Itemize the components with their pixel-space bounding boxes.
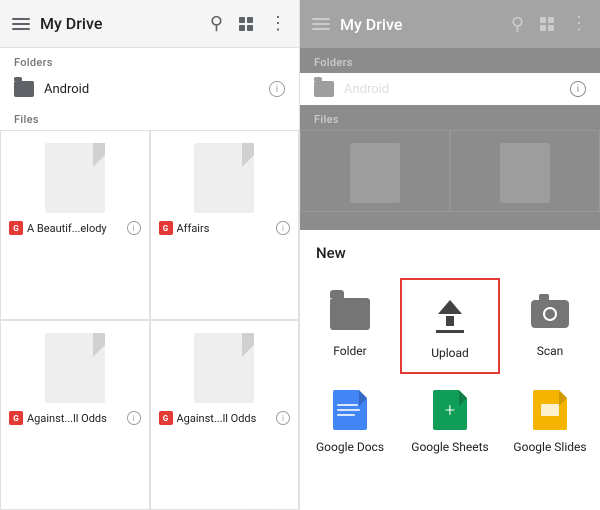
new-docs-icon	[326, 386, 374, 434]
file-app-icon-3: G	[9, 411, 23, 425]
right-drive-title: My Drive	[340, 15, 511, 34]
file-cell-4[interactable]: G Against...ll Odds i	[150, 320, 300, 510]
right-folder-name: Android	[344, 82, 560, 97]
right-more-icon[interactable]: ⋮	[570, 15, 588, 33]
right-grid-icon[interactable]	[540, 17, 554, 31]
new-items-grid: Folder Upload	[300, 270, 600, 474]
right-search-icon[interactable]: ⚲	[511, 14, 524, 35]
right-hamburger-3	[312, 28, 330, 30]
left-files-grid: G A Beautif...elody i G Affairs i G Agai…	[0, 130, 299, 510]
folder-info-icon[interactable]: i	[269, 81, 285, 97]
file-name-4: Against...ll Odds	[177, 412, 257, 425]
file-name-1: A Beautif...elody	[27, 222, 107, 235]
hamburger-line-2	[12, 23, 30, 25]
new-item-upload[interactable]: Upload	[400, 278, 500, 374]
camera-shape	[531, 300, 569, 328]
upload-stem	[446, 316, 454, 326]
right-overlay-file-2	[450, 130, 600, 212]
file-info-2[interactable]: i	[276, 221, 290, 235]
file-cell-1[interactable]: G A Beautif...elody i	[0, 130, 150, 320]
file-info-1[interactable]: i	[127, 221, 141, 235]
left-menu-icon[interactable]	[12, 18, 30, 30]
slides-rect	[541, 404, 559, 416]
left-search-icon[interactable]: ⚲	[210, 13, 223, 34]
gslides-shape	[533, 390, 567, 430]
hamburger-line-3	[12, 28, 30, 30]
file-info-3[interactable]: i	[127, 411, 141, 425]
file-label-row-2: G Affairs i	[159, 221, 291, 235]
file-cell-3[interactable]: G Against...ll Odds i	[0, 320, 150, 510]
file-label-row-1: G A Beautif...elody i	[9, 221, 141, 235]
right-folders-label: Folders	[300, 48, 600, 73]
left-folders-label: Folders	[0, 48, 299, 73]
new-scan-label: Scan	[537, 344, 564, 358]
new-docs-label: Google Docs	[316, 440, 384, 454]
new-section-label: New	[300, 230, 600, 270]
upload-shape	[436, 300, 464, 333]
file-app-icon-1: G	[9, 221, 23, 235]
folder-name: Android	[44, 82, 259, 97]
right-hamburger-2	[312, 23, 330, 25]
new-upload-label: Upload	[431, 346, 469, 360]
right-folder-android[interactable]: Android i	[300, 73, 600, 105]
file-name-3: Against...ll Odds	[27, 412, 107, 425]
right-folder-icon	[314, 81, 334, 97]
file-label-row-4: G Against...ll Odds i	[159, 411, 291, 425]
file-app-icon-2: G	[159, 221, 173, 235]
right-files-label: Files	[300, 105, 600, 130]
file-label-row-3: G Against...ll Odds i	[9, 411, 141, 425]
right-menu-icon[interactable]	[312, 18, 330, 30]
right-overlay-thumb-1	[350, 143, 400, 203]
file-app-icon-4: G	[159, 411, 173, 425]
left-folder-android[interactable]: Android i	[0, 73, 299, 105]
right-header-icons: ⚲ ⋮	[511, 14, 588, 35]
folder-icon	[14, 81, 34, 97]
new-item-docs[interactable]: Google Docs	[300, 374, 400, 466]
left-files-label: Files	[0, 105, 299, 130]
right-overlay-thumb-2	[500, 143, 550, 203]
left-more-icon[interactable]: ⋮	[269, 15, 287, 33]
new-sheets-icon: +	[426, 386, 474, 434]
new-scan-icon	[526, 290, 574, 338]
hamburger-line-1	[12, 18, 30, 20]
right-folder-info[interactable]: i	[570, 81, 586, 97]
new-upload-icon	[426, 292, 474, 340]
right-hamburger-1	[312, 18, 330, 20]
new-item-sheets[interactable]: + Google Sheets	[400, 374, 500, 466]
new-item-scan[interactable]: Scan	[500, 278, 600, 374]
file-thumb-1	[45, 143, 105, 213]
file-info-4[interactable]: i	[276, 411, 290, 425]
file-cell-2[interactable]: G Affairs i	[150, 130, 300, 320]
left-header: My Drive ⚲ ⋮	[0, 0, 299, 48]
gdocs-shape	[333, 390, 367, 430]
right-panel: My Drive ⚲ ⋮ Folders Android i	[300, 0, 600, 510]
camera-lens	[543, 307, 557, 321]
file-thumb-2	[194, 143, 254, 213]
file-name-2: Affairs	[177, 222, 210, 235]
upload-arrow	[438, 300, 462, 314]
new-item-folder[interactable]: Folder	[300, 278, 400, 374]
new-folder-icon	[326, 290, 374, 338]
new-section: New Folder Upload	[300, 230, 600, 510]
left-panel: My Drive ⚲ ⋮ Folders Android i Files	[0, 0, 300, 510]
new-slides-icon	[526, 386, 574, 434]
left-drive-title: My Drive	[40, 14, 210, 33]
left-header-icons: ⚲ ⋮	[210, 13, 287, 34]
upload-base	[436, 330, 464, 333]
file-thumb-4	[194, 333, 254, 403]
right-overlay-file-1	[300, 130, 450, 212]
folder-shape	[330, 298, 370, 330]
new-sheets-label: Google Sheets	[411, 440, 488, 454]
sheets-plus: +	[445, 400, 455, 421]
left-grid-icon[interactable]	[239, 17, 253, 31]
gsheets-shape: +	[433, 390, 467, 430]
right-overlay-grid	[300, 130, 600, 212]
new-folder-label: Folder	[333, 344, 366, 358]
right-overlay: My Drive ⚲ ⋮ Folders Android i	[300, 0, 600, 230]
right-header: My Drive ⚲ ⋮	[300, 0, 600, 48]
new-item-slides[interactable]: Google Slides	[500, 374, 600, 466]
new-slides-label: Google Slides	[513, 440, 586, 454]
file-thumb-3	[45, 333, 105, 403]
